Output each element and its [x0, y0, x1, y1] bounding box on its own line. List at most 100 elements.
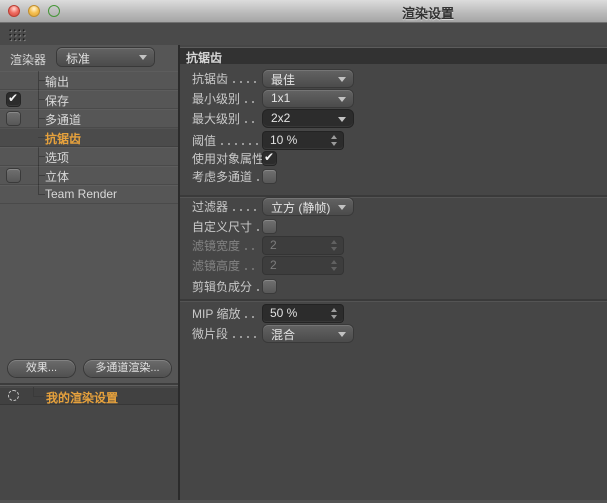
threshold-spinner[interactable]: 10 % — [263, 132, 343, 149]
sidebar-item-options[interactable]: 选项 — [0, 147, 178, 166]
leader-dots — [245, 247, 259, 250]
min-level-dropdown[interactable]: 1x1 — [263, 90, 353, 107]
setting-row-filter-height: 滤镜高度 2 — [192, 257, 599, 274]
leader-dots — [233, 80, 259, 83]
setting-label: 剪辑负成分 — [192, 280, 253, 294]
setting-row-micro-fragments: 微片段 混合 — [192, 325, 599, 342]
renderer-dropdown[interactable]: 标准 — [57, 48, 154, 66]
leader-dots — [221, 142, 259, 145]
setting-label: 阈值 — [192, 134, 217, 148]
chevron-down-icon — [338, 97, 346, 102]
leader-dots — [245, 315, 259, 318]
max-level-dropdown[interactable]: 2x2 — [263, 110, 353, 127]
zoom-button[interactable] — [48, 5, 60, 17]
leader-dots — [245, 120, 259, 123]
setting-row-min-level: 最小级别 1x1 — [192, 90, 599, 107]
setting-label: 抗锯齿 — [192, 72, 229, 86]
leader-dots — [245, 267, 259, 270]
effects-button[interactable]: 效果... — [8, 360, 75, 377]
sidebar-buttons: 效果... 多通道渲染... — [0, 360, 178, 382]
sidebar: 渲染器 标准 输出 保存 多通道 抗锯齿 选项 — [0, 45, 178, 503]
spinner-arrows-icon — [330, 260, 338, 271]
sidebar-item-save[interactable]: 保存 — [0, 90, 178, 109]
sidebar-item-output[interactable]: 输出 — [0, 71, 178, 90]
sidebar-item-label: 输出 — [45, 75, 70, 89]
section-header-title: 抗锯齿 — [186, 51, 223, 65]
setting-label: 微片段 — [192, 327, 229, 341]
filter-dropdown[interactable]: 立方 (静帧) — [263, 198, 353, 215]
setting-row-use-object-properties: 使用对象属性 — [192, 150, 599, 167]
use-object-properties-checkbox[interactable] — [263, 150, 276, 165]
leader-dots — [257, 178, 259, 181]
sidebar-item-label: 选项 — [45, 151, 70, 165]
preset-label: 我的渲染设置 — [46, 391, 119, 405]
close-button[interactable] — [8, 5, 20, 17]
chevron-down-icon — [139, 55, 147, 60]
setting-label: 过滤器 — [192, 200, 229, 214]
chevron-down-icon — [338, 77, 346, 82]
spinner-value: 50 % — [270, 306, 298, 320]
tool-strip — [0, 23, 607, 46]
setting-row-filter: 过滤器 立方 (静帧) — [192, 198, 599, 215]
sidebar-item-label: 多通道 — [45, 113, 82, 127]
content: 渲染器 标准 输出 保存 多通道 抗锯齿 选项 — [0, 45, 607, 503]
multipass-render-button[interactable]: 多通道渲染... — [84, 360, 171, 377]
stereo-checkbox[interactable] — [7, 169, 20, 182]
filter-height-spinner: 2 — [263, 257, 343, 274]
spinner-arrows-icon[interactable] — [330, 135, 338, 146]
filter-width-spinner: 2 — [263, 237, 343, 254]
setting-row-max-level: 最大级别 2x2 — [192, 110, 599, 127]
sidebar-item-antialiasing[interactable]: 抗锯齿 — [0, 128, 178, 147]
custom-size-checkbox[interactable] — [263, 220, 276, 233]
dropdown-value: 2x2 — [271, 111, 291, 125]
sidebar-item-team-render[interactable]: Team Render — [0, 185, 178, 204]
setting-label: 考虑多通道 — [192, 170, 253, 184]
section-divider — [180, 299, 607, 302]
leader-dots — [245, 100, 259, 103]
micro-fragments-dropdown[interactable]: 混合 — [263, 325, 353, 342]
setting-row-custom-size: 自定义尺寸 — [192, 218, 599, 235]
spinner-arrows-icon — [330, 240, 338, 251]
minimize-button[interactable] — [28, 5, 40, 17]
setting-label: 使用对象属性 — [192, 152, 265, 166]
setting-row-threshold: 阈值 10 % — [192, 132, 599, 149]
chevron-down-icon — [338, 332, 346, 337]
setting-row-mip-scale: MIP 缩放 50 % — [192, 305, 599, 322]
spinner-arrows-icon[interactable] — [330, 308, 338, 319]
leader-dots — [257, 288, 259, 291]
antialiasing-dropdown[interactable]: 最佳 — [263, 70, 353, 87]
setting-row-filter-width: 滤镜宽度 2 — [192, 237, 599, 254]
window-title: 渲染设置 — [401, 6, 455, 21]
save-checkbox[interactable] — [7, 91, 20, 106]
sidebar-item-label: Team Render — [45, 187, 118, 201]
sidebar-item-stereo[interactable]: 立体 — [0, 166, 178, 185]
multipass-checkbox[interactable] — [7, 112, 20, 125]
consider-multipass-checkbox[interactable] — [263, 170, 276, 183]
setting-row-clip-negative: 剪辑负成分 — [192, 278, 599, 295]
sidebar-item-multipass[interactable]: 多通道 — [0, 109, 178, 128]
setting-label: 滤镜宽度 — [192, 239, 241, 253]
setting-label: 最小级别 — [192, 92, 241, 106]
dropdown-value: 混合 — [271, 328, 296, 342]
render-settings-window: 渲染设置 渲染器 标准 输出 保存 多 — [0, 0, 607, 503]
preset-list: 我的渲染设置 — [0, 386, 178, 503]
preset-row[interactable]: 我的渲染设置 — [0, 387, 178, 405]
tree-stub — [33, 387, 44, 397]
sidebar-item-label: 抗锯齿 — [45, 132, 82, 146]
clip-negative-checkbox[interactable] — [263, 280, 276, 293]
dropdown-value: 1x1 — [271, 91, 291, 105]
titlebar[interactable]: 渲染设置 — [0, 0, 607, 23]
main-panel: 抗锯齿 抗锯齿 最佳 最小级别 1x1 最大级别 2x2 阈值 10 % 使用对… — [180, 45, 607, 503]
leader-dots — [233, 208, 259, 211]
sidebar-item-label: 保存 — [45, 94, 70, 108]
section-header: 抗锯齿 — [180, 47, 607, 65]
grip-icon[interactable] — [8, 28, 27, 42]
setting-row-antialiasing: 抗锯齿 最佳 — [192, 70, 599, 87]
leader-dots — [233, 335, 259, 338]
sidebar-item-label: 立体 — [45, 170, 70, 184]
setting-label: 自定义尺寸 — [192, 220, 253, 234]
renderer-label: 渲染器 — [10, 53, 47, 67]
setting-label: 最大级别 — [192, 112, 241, 126]
dropdown-value: 最佳 — [271, 73, 296, 87]
mip-scale-spinner[interactable]: 50 % — [263, 305, 343, 322]
